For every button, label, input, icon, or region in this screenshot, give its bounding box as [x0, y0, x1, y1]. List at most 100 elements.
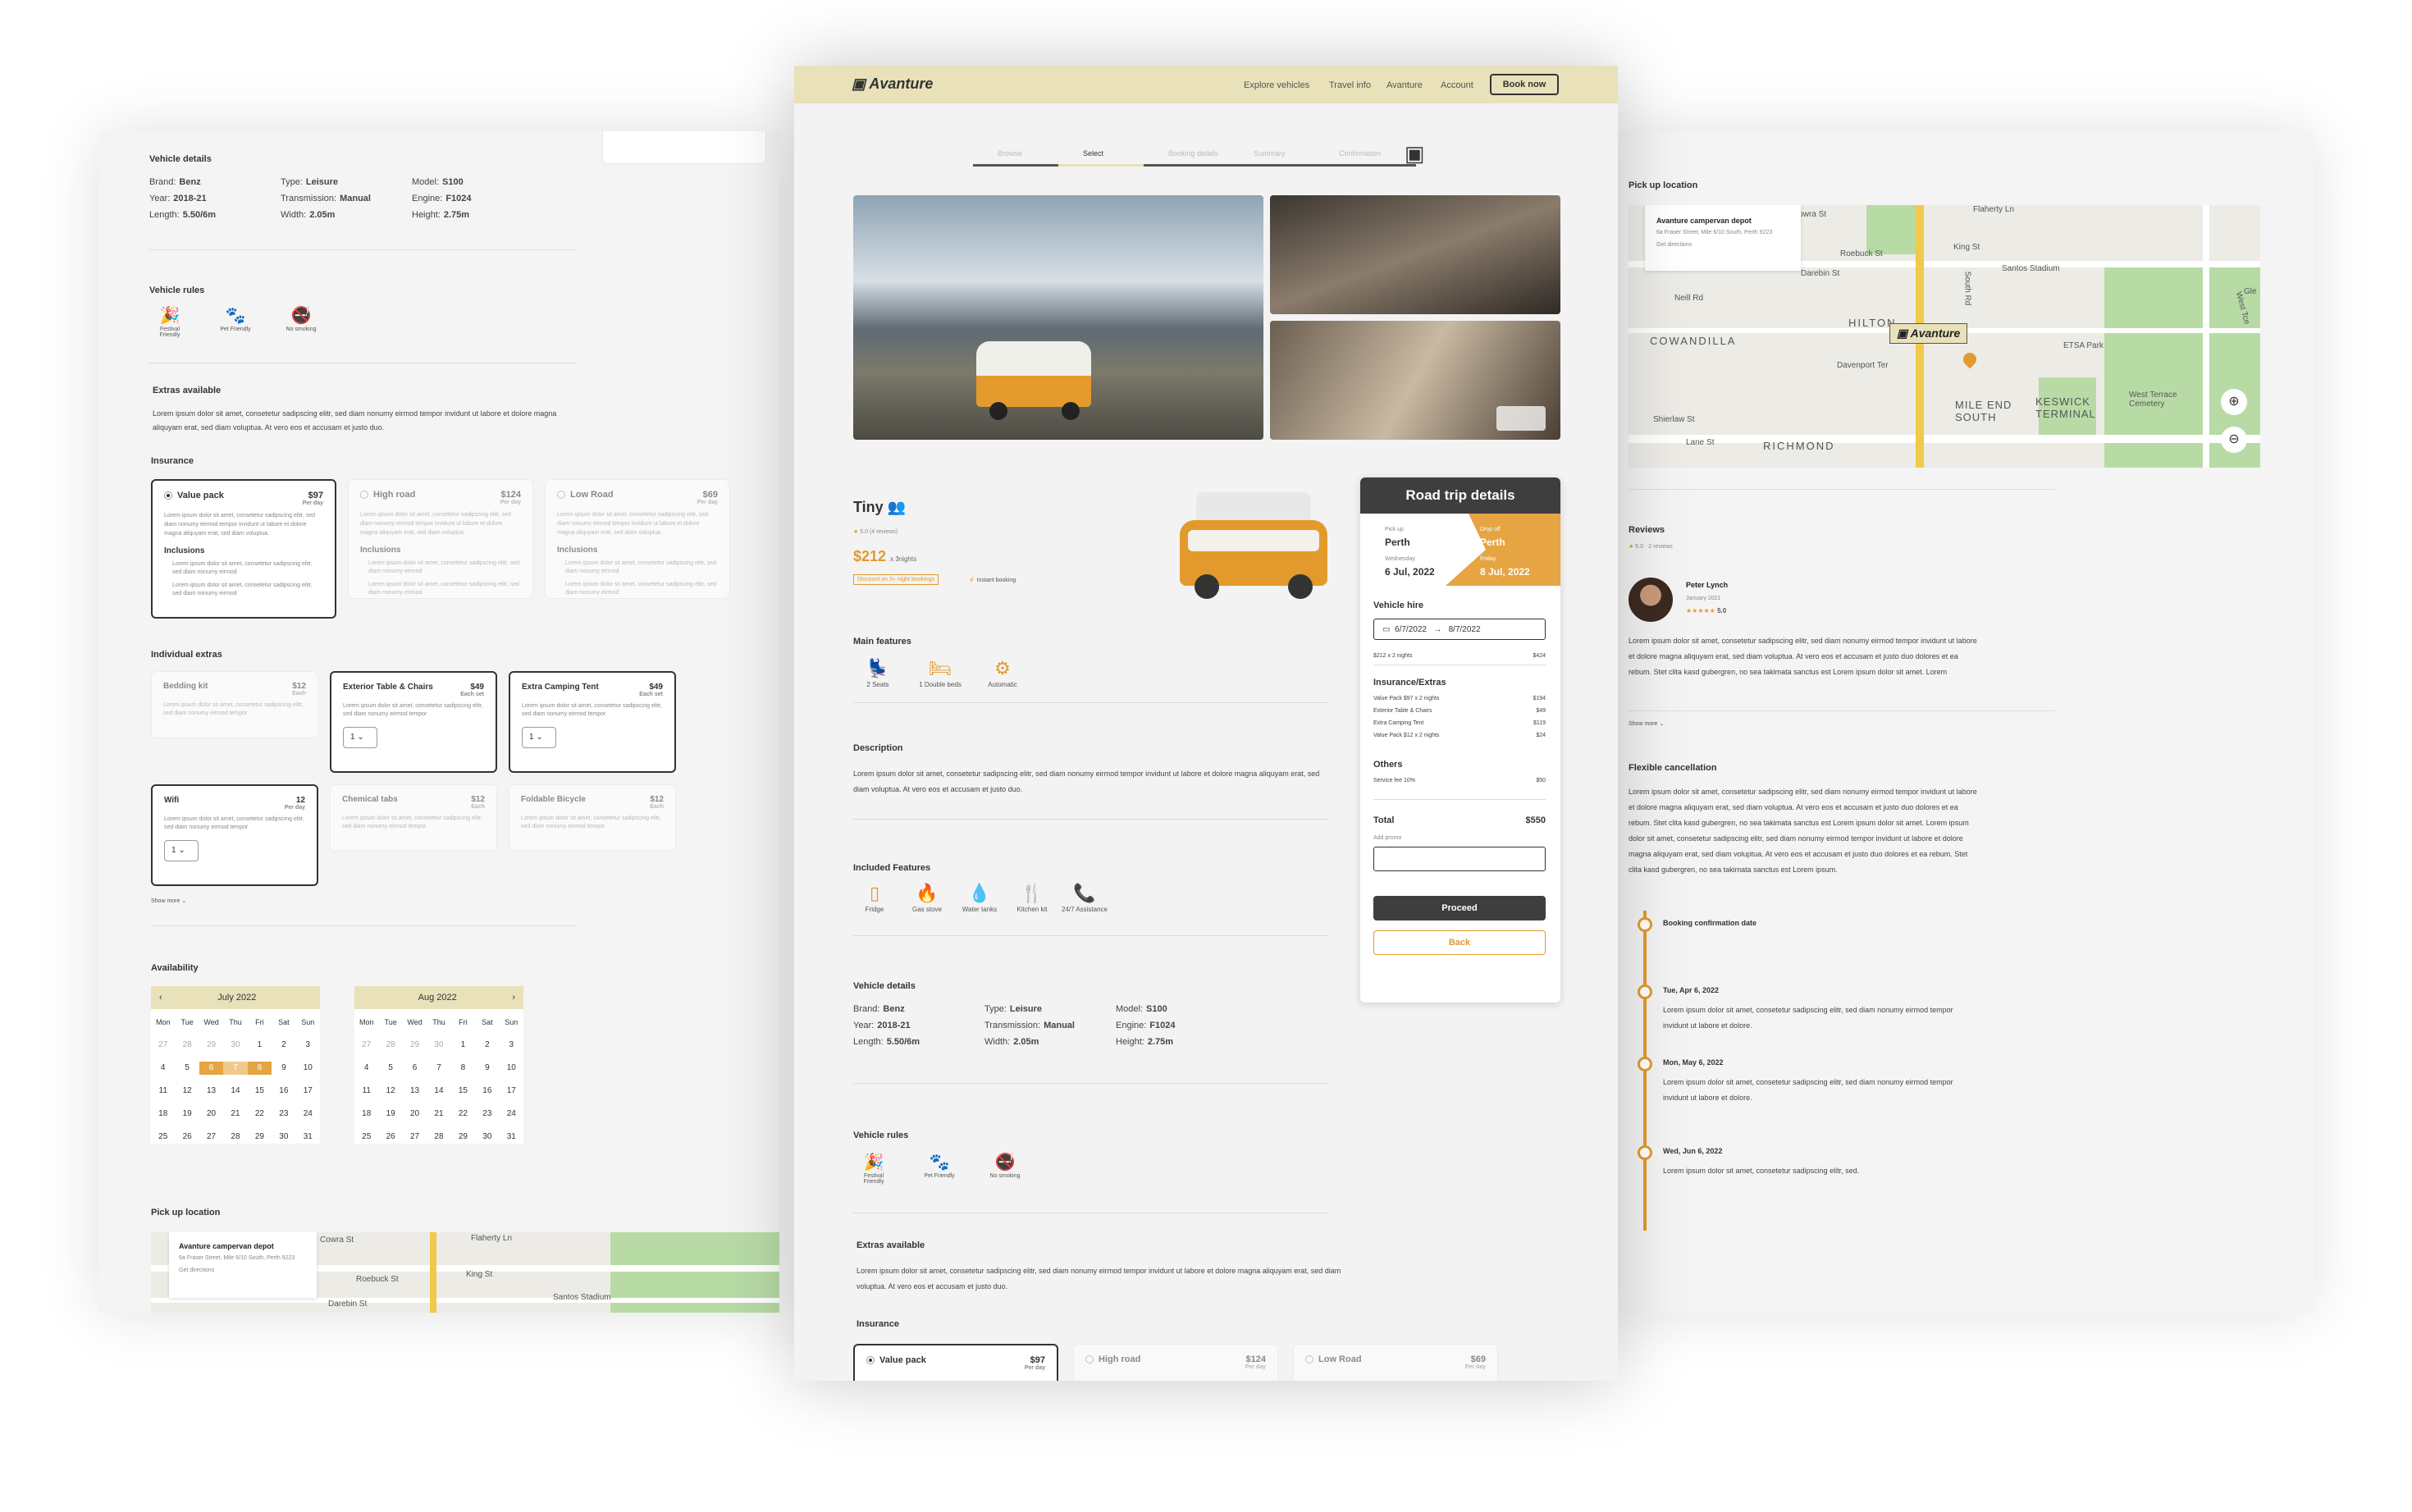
calendar-day[interactable]: 29: [248, 1131, 272, 1144]
calendar-day[interactable]: 20: [403, 1108, 427, 1121]
calendar-day[interactable]: 13: [403, 1085, 427, 1098]
calendar-day[interactable]: 23: [475, 1108, 499, 1121]
calendar-day[interactable]: 27: [403, 1131, 427, 1144]
calendar-day[interactable]: 6: [199, 1062, 224, 1075]
calendar-day[interactable]: 18: [354, 1108, 378, 1121]
insurance-plan-low-road[interactable]: Low Road $69 Per day: [1293, 1344, 1498, 1381]
calendar-day[interactable]: 26: [378, 1131, 402, 1144]
radio-icon[interactable]: [557, 491, 565, 500]
calendar-day[interactable]: 14: [223, 1085, 247, 1098]
calendar-day[interactable]: 2: [475, 1039, 499, 1052]
calendar-day[interactable]: 13: [199, 1085, 223, 1098]
prev-month-icon[interactable]: ‹: [159, 993, 162, 1003]
calendar-day[interactable]: 4: [151, 1062, 175, 1075]
radio-icon[interactable]: [1305, 1355, 1313, 1364]
calendar-day[interactable]: 19: [175, 1108, 199, 1121]
proceed-button[interactable]: Proceed: [1373, 896, 1546, 920]
calendar-day[interactable]: 28: [175, 1039, 199, 1052]
calendar-day[interactable]: 9: [272, 1062, 295, 1075]
calendar-day[interactable]: 26: [175, 1131, 199, 1144]
date-range-input[interactable]: ▭ 6/7/2022 → 8/7/2022: [1373, 619, 1546, 640]
calendar-day[interactable]: 10: [500, 1062, 523, 1075]
quantity-stepper[interactable]: 1 ⌄: [522, 727, 556, 748]
back-button[interactable]: Back: [1373, 930, 1546, 955]
calendar-day[interactable]: 1: [451, 1039, 475, 1052]
nav-explore[interactable]: Explore vehicles: [1244, 80, 1309, 90]
logo[interactable]: ▣ Avanture: [852, 75, 933, 93]
calendar-day[interactable]: 7: [427, 1062, 450, 1075]
calendar-day[interactable]: 2: [272, 1039, 295, 1052]
pickup-map-left[interactable]: Cowra St Flaherty Ln Roebuck St King St …: [151, 1232, 779, 1313]
calendar-day[interactable]: 25: [354, 1131, 378, 1144]
calendar-day[interactable]: 12: [378, 1085, 402, 1098]
calendar-day[interactable]: 24: [296, 1108, 320, 1121]
calendar-day[interactable]: 28: [223, 1131, 247, 1144]
calendar-day[interactable]: 18: [151, 1108, 175, 1121]
calendar-day[interactable]: 27: [151, 1039, 175, 1052]
calendar-day[interactable]: 17: [500, 1085, 523, 1098]
calendar-day[interactable]: 14: [427, 1085, 450, 1098]
insurance-plan-value-pack[interactable]: Value pack $97 Per day: [853, 1344, 1058, 1381]
zoom-in-icon[interactable]: ⊕: [2221, 389, 2247, 415]
extra-extra-camping-tent[interactable]: Extra Camping Tent $49 Each set Lorem ipsum…: [509, 671, 676, 773]
calendar-day[interactable]: 20: [199, 1108, 223, 1121]
calendar-day[interactable]: 5: [175, 1062, 199, 1075]
calendar-day[interactable]: 11: [354, 1085, 378, 1098]
calendar-day[interactable]: 5: [378, 1062, 402, 1075]
calendar-day[interactable]: 16: [475, 1085, 499, 1098]
insurance-plan-high-road[interactable]: High road $124 Per day Lorem ipsum dolor si…: [348, 479, 533, 599]
calendar-day[interactable]: 9: [475, 1062, 499, 1075]
extra-wifi[interactable]: Wifi 12 Per day Lorem ipsum dolor sit amet,…: [151, 784, 318, 886]
calendar-day[interactable]: 10: [296, 1062, 320, 1075]
calendar-day[interactable]: 8: [247, 1062, 272, 1075]
calendar-day[interactable]: 24: [500, 1108, 523, 1121]
calendar-day[interactable]: 16: [272, 1085, 295, 1098]
calendar-day[interactable]: 31: [500, 1131, 523, 1144]
calendar-day[interactable]: 31: [296, 1131, 320, 1144]
calendar-day[interactable]: 4: [354, 1062, 378, 1075]
extra-chemical-tabs[interactable]: Chemical tabs $12 Each Lorem ipsum dolor si…: [330, 784, 497, 852]
gallery-icon[interactable]: [1496, 406, 1546, 431]
reviews-show-more[interactable]: Show more ⌄: [1629, 720, 1664, 727]
interior-photo-1[interactable]: [1270, 195, 1560, 314]
zoom-out-icon[interactable]: ⊖: [2221, 427, 2247, 453]
radio-icon[interactable]: [1085, 1355, 1094, 1364]
calendar-day[interactable]: 17: [296, 1085, 320, 1098]
calendar-day[interactable]: 1: [248, 1039, 272, 1052]
insurance-plan-low-road[interactable]: Low Road $69 Per day Lorem ipsum dolor sit …: [545, 479, 730, 599]
calendar-day[interactable]: 8: [451, 1062, 475, 1075]
quantity-stepper[interactable]: 1 ⌄: [164, 840, 199, 861]
calendar-day[interactable]: 28: [378, 1039, 402, 1052]
calendar-day[interactable]: 7: [223, 1062, 248, 1075]
calendar-day[interactable]: 25: [151, 1131, 175, 1144]
hero-photo[interactable]: [853, 195, 1263, 440]
calendar-day[interactable]: 28: [427, 1131, 450, 1144]
extra-exterior-table-chairs[interactable]: Exterior Table & Chairs $49 Each set Lorem …: [330, 671, 497, 773]
calendar-day[interactable]: 22: [451, 1108, 475, 1121]
interior-photo-2[interactable]: [1270, 321, 1560, 440]
calendar-day[interactable]: 21: [223, 1108, 247, 1121]
map-pin-icon[interactable]: [1960, 349, 1980, 369]
map-brand-marker[interactable]: ▣ Avanture: [1889, 323, 1968, 344]
calendar-day[interactable]: 11: [151, 1085, 175, 1098]
calendar-day[interactable]: 27: [199, 1131, 223, 1144]
calendar-day[interactable]: 30: [427, 1039, 450, 1052]
pickup-map[interactable]: Cowra St Flaherty Ln Roebuck St King St …: [1629, 205, 2260, 468]
calendar-day[interactable]: 15: [248, 1085, 272, 1098]
calendar-day[interactable]: 30: [475, 1131, 499, 1144]
calendar-day[interactable]: 3: [500, 1039, 523, 1052]
calendar-day[interactable]: 29: [451, 1131, 475, 1144]
nav-travel[interactable]: Travel info: [1329, 80, 1371, 90]
radio-icon[interactable]: [360, 491, 368, 500]
nav-account[interactable]: Account: [1441, 80, 1473, 90]
calendar-day[interactable]: 15: [451, 1085, 475, 1098]
calendar-day[interactable]: 6: [403, 1062, 427, 1075]
calendar-day[interactable]: 3: [296, 1039, 320, 1052]
extra-foldable-bicycle[interactable]: Foldable Bicycle $12 Each Lorem ipsum dolor…: [509, 784, 676, 852]
next-month-icon[interactable]: ›: [512, 993, 515, 1003]
calendar-day[interactable]: 22: [248, 1108, 272, 1121]
show-more-link[interactable]: Show more ⌄: [151, 898, 186, 904]
calendar-day[interactable]: 27: [354, 1039, 378, 1052]
promo-input[interactable]: [1373, 847, 1546, 871]
insurance-plan-high-road[interactable]: High road $124 Per day: [1073, 1344, 1278, 1381]
